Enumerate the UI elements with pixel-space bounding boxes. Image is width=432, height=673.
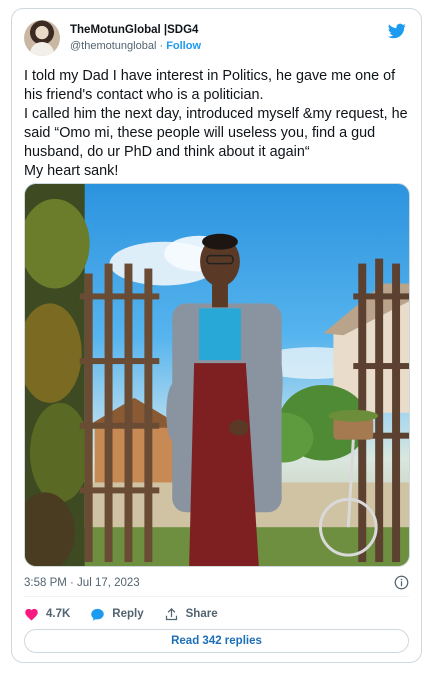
share-label: Share [185, 608, 218, 620]
info-icon[interactable] [394, 575, 409, 590]
share-button[interactable]: Share [164, 607, 218, 622]
share-upload-icon [165, 607, 177, 620]
author-display-name[interactable]: TheMotunGlobal |SDG4 [70, 22, 201, 38]
handle-separator: · [159, 40, 164, 52]
photo-illustration [25, 184, 409, 566]
author-info: TheMotunGlobal |SDG4 @themotunglobal · F… [70, 22, 201, 54]
likes-count: 4.7K [46, 608, 71, 620]
tweet-actions: 4.7K Reply Share [24, 605, 238, 623]
twitter-bird-icon[interactable] [387, 22, 407, 40]
read-replies-button[interactable]: Read 342 replies [24, 629, 409, 653]
follow-button[interactable]: Follow [166, 40, 201, 52]
heart-icon [25, 608, 38, 620]
like-button[interactable]: 4.7K [24, 607, 70, 622]
speech-bubble-icon [91, 608, 105, 621]
tweet-text: I told my Dad I have interest in Politic… [24, 68, 408, 179]
author-handle[interactable]: @themotunglobal [70, 40, 156, 52]
avatar[interactable] [24, 20, 60, 56]
tweet-card: TheMotunGlobal |SDG4 @themotunglobal · F… [11, 8, 422, 663]
reply-label: Reply [112, 608, 144, 620]
divider [24, 596, 409, 597]
reply-button[interactable]: Reply [90, 607, 144, 622]
tweet-photo[interactable] [24, 183, 410, 567]
author-handle-row: @themotunglobal · Follow [70, 38, 201, 54]
tweet-timestamp[interactable]: 3:58 PM · Jul 17, 2023 [24, 577, 140, 589]
tweet-header: TheMotunGlobal |SDG4 @themotunglobal · F… [24, 20, 409, 60]
